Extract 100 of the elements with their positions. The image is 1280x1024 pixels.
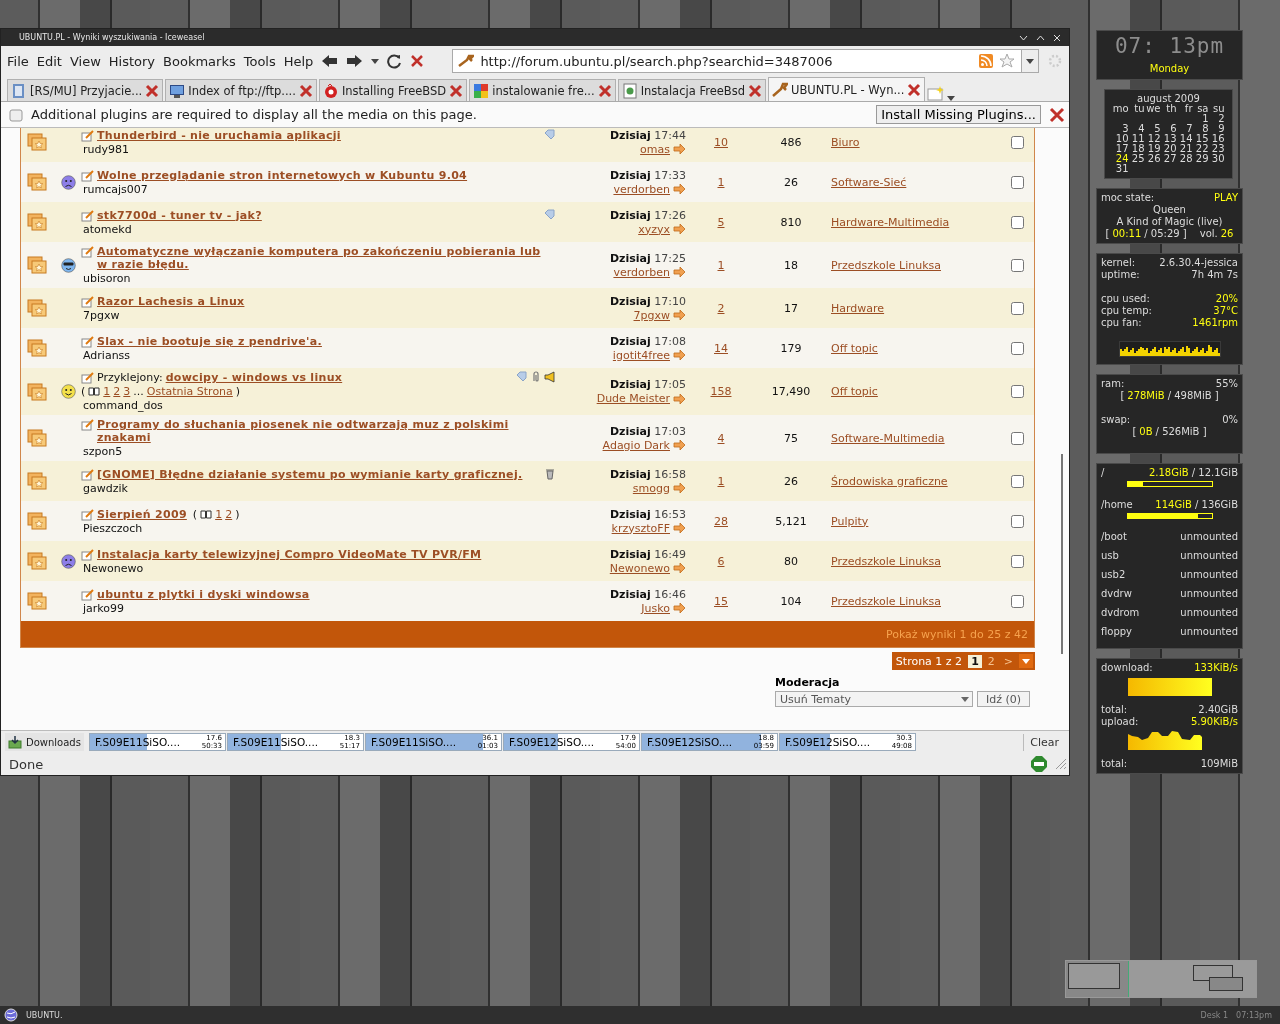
select-checkbox[interactable] bbox=[1010, 385, 1024, 398]
close-tab-icon[interactable] bbox=[449, 83, 464, 98]
downloads-button[interactable]: Downloads bbox=[5, 733, 84, 751]
page-number[interactable]: 1 bbox=[968, 654, 982, 668]
select-checkbox[interactable] bbox=[1010, 301, 1024, 315]
topic-link[interactable]: Slax - nie bootuje się z pendrive'a. bbox=[97, 334, 322, 348]
pager-drawing[interactable] bbox=[1065, 960, 1257, 998]
select-checkbox[interactable] bbox=[1010, 175, 1024, 189]
select-checkbox[interactable] bbox=[1010, 594, 1024, 608]
resize-grip-icon[interactable] bbox=[1055, 758, 1067, 770]
select-checkbox[interactable] bbox=[1010, 474, 1024, 488]
browser-tab[interactable]: Instalacja FreeBsd bbox=[617, 79, 766, 101]
forum-link[interactable]: Przedszkole Linuksa bbox=[831, 258, 941, 272]
last-poster-link[interactable]: igotit4free bbox=[612, 348, 670, 362]
forum-link[interactable]: Off topic bbox=[831, 385, 878, 398]
browser-tab[interactable]: Index of ftp://ftp.... bbox=[165, 79, 317, 101]
topic-link[interactable]: Sierpień 2009 bbox=[97, 507, 187, 521]
menu-item[interactable]: File bbox=[7, 53, 29, 69]
replies-link[interactable]: 158 bbox=[710, 385, 732, 398]
page-link[interactable]: 1 bbox=[103, 385, 111, 398]
replies-link[interactable]: 28 bbox=[714, 514, 728, 528]
dropdown-icon[interactable] bbox=[371, 58, 380, 64]
close-tab-icon[interactable] bbox=[145, 83, 160, 98]
arrow-icon[interactable] bbox=[673, 562, 686, 574]
select-checkbox[interactable] bbox=[1010, 258, 1024, 272]
arrow-icon[interactable] bbox=[673, 309, 686, 321]
replies-link[interactable]: 6 bbox=[717, 554, 725, 568]
menu-item[interactable]: View bbox=[69, 53, 101, 69]
stop-icon[interactable] bbox=[410, 54, 425, 68]
arrow-icon[interactable] bbox=[673, 482, 686, 494]
browser-tab[interactable]: instalowanie fre... bbox=[469, 79, 616, 101]
rss-icon[interactable] bbox=[979, 54, 993, 68]
arrow-icon[interactable] bbox=[673, 602, 686, 614]
last-poster-link[interactable]: 7pgxw bbox=[633, 308, 670, 322]
action-select[interactable]: Usuń Tematy bbox=[775, 691, 973, 707]
forum-link[interactable]: Środowiska graficzne bbox=[831, 474, 948, 488]
select-checkbox[interactable] bbox=[1010, 135, 1024, 149]
close-tab-icon[interactable] bbox=[298, 83, 313, 98]
topic-link[interactable]: ubuntu z plytki i dyski windowsa bbox=[97, 587, 310, 601]
close-tab-icon[interactable] bbox=[907, 82, 922, 97]
last-poster-link[interactable]: krzysztoFF bbox=[611, 521, 670, 535]
last-poster-link[interactable]: Newonewo bbox=[609, 561, 670, 575]
forum-link[interactable]: Przedszkole Linuksa bbox=[831, 594, 941, 608]
select-checkbox[interactable] bbox=[1010, 554, 1024, 568]
page-link[interactable]: 2 bbox=[225, 507, 233, 521]
arrow-icon[interactable] bbox=[673, 349, 686, 361]
page-link[interactable]: 1 bbox=[215, 507, 223, 521]
back-icon[interactable] bbox=[321, 54, 339, 68]
adblock-icon[interactable] bbox=[1031, 756, 1047, 772]
history-dropdown[interactable] bbox=[1021, 50, 1038, 72]
forum-link[interactable]: Biuro bbox=[831, 135, 860, 149]
replies-link[interactable]: 4 bbox=[717, 431, 725, 445]
close-icon[interactable] bbox=[1049, 106, 1065, 123]
reload-icon[interactable] bbox=[387, 53, 403, 69]
browser-tab[interactable]: UBUNTU.PL - Wyn... bbox=[767, 77, 926, 101]
last-poster-link[interactable]: verdorben bbox=[613, 265, 670, 279]
page-link[interactable]: 3 bbox=[123, 385, 131, 398]
topic-link[interactable]: Instalacja karty telewizyjnej Compro VideoMate TV PVR/FM bbox=[97, 547, 482, 561]
forum-link[interactable]: Hardware-Multimedia bbox=[831, 215, 950, 229]
address-field[interactable]: http://forum.ubuntu.pl/search.php?searchid=3487006 bbox=[452, 49, 1039, 73]
menu-item[interactable]: Tools bbox=[243, 53, 276, 69]
select-checkbox[interactable] bbox=[1010, 215, 1024, 229]
replies-link[interactable]: 1 bbox=[717, 474, 725, 488]
topic-link[interactable]: Thunderbird - nie uruchamia aplikacji bbox=[97, 128, 341, 142]
arrow-icon[interactable] bbox=[673, 522, 686, 534]
caret-icon[interactable] bbox=[1019, 654, 1033, 668]
replies-link[interactable]: 14 bbox=[714, 341, 728, 355]
forward-icon[interactable] bbox=[346, 54, 364, 68]
scrollbar[interactable] bbox=[1061, 454, 1063, 654]
replies-link[interactable]: 1 bbox=[717, 175, 725, 189]
menu-item[interactable]: Bookmarks bbox=[163, 53, 236, 69]
globe-icon[interactable] bbox=[4, 1008, 18, 1022]
clear-button[interactable]: Clear bbox=[1023, 733, 1065, 751]
topic-link[interactable]: stk7700d - tuner tv - jak? bbox=[97, 208, 262, 222]
forum-link[interactable]: Software-Sieć bbox=[831, 175, 907, 189]
forum-link[interactable]: Przedszkole Linuksa bbox=[831, 554, 941, 568]
last-poster-link[interactable]: xyzyx bbox=[638, 222, 670, 236]
replies-link[interactable]: 2 bbox=[717, 301, 725, 315]
next-page-link[interactable]: > bbox=[1000, 654, 1016, 668]
arrow-icon[interactable] bbox=[673, 143, 686, 155]
replies-link[interactable]: 5 bbox=[717, 215, 725, 229]
arrow-icon[interactable] bbox=[673, 392, 686, 405]
last-page-link[interactable]: Ostatnia Strona bbox=[146, 385, 233, 398]
replies-link[interactable]: 15 bbox=[714, 594, 728, 608]
menu-item[interactable]: History bbox=[108, 53, 156, 69]
arrow-icon[interactable] bbox=[673, 223, 686, 235]
last-poster-link[interactable]: verdorben bbox=[613, 182, 670, 196]
browser-tab[interactable]: [RS/MU] Przyjacie... bbox=[7, 79, 164, 101]
page-link[interactable]: 2 bbox=[113, 385, 121, 398]
minimize-icon[interactable] bbox=[1019, 34, 1028, 41]
forum-link[interactable]: Software-Multimedia bbox=[831, 431, 945, 445]
last-poster-link[interactable]: Dude Meister bbox=[596, 392, 670, 405]
last-poster-link[interactable]: Adagio Dark bbox=[602, 438, 670, 452]
last-poster-link[interactable]: omas bbox=[640, 142, 670, 156]
last-poster-link[interactable]: smogg bbox=[632, 481, 670, 495]
forum-link[interactable]: Hardware bbox=[831, 301, 885, 315]
start-menu[interactable]: UBUNTU. bbox=[26, 1010, 63, 1020]
topic-link[interactable]: Razor Lachesis a Linux bbox=[97, 294, 245, 308]
menu-item[interactable]: Edit bbox=[36, 53, 62, 69]
arrow-icon[interactable] bbox=[673, 183, 686, 195]
